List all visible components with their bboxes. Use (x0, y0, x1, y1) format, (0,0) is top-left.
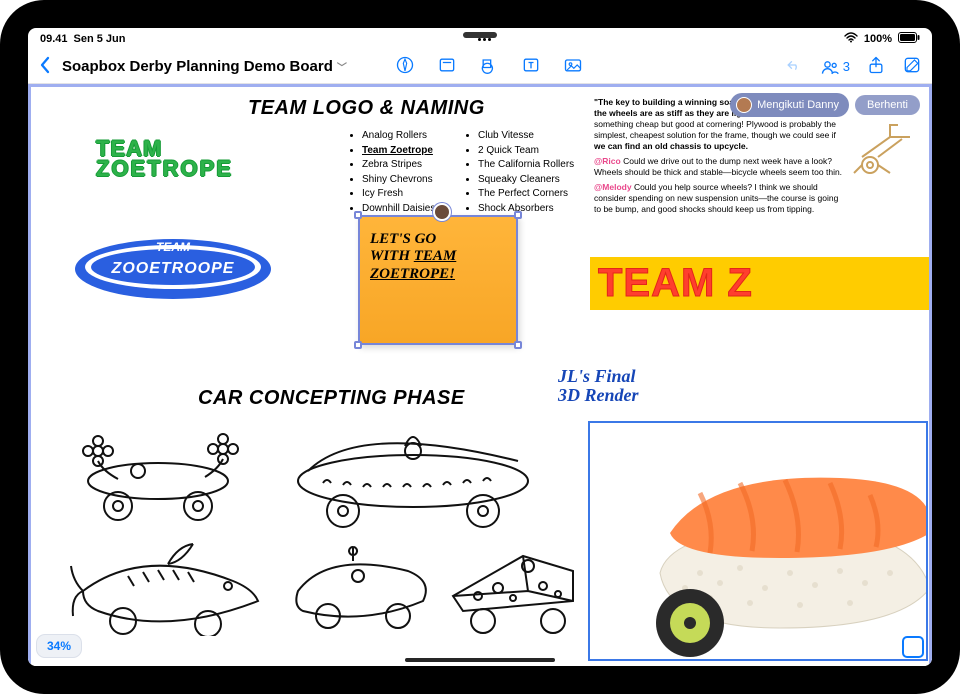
wifi-icon (844, 32, 858, 46)
logo-concept-ring[interactable]: TEAM ZOOETROOPE (68, 229, 278, 309)
svg-text:TEAM: TEAM (156, 240, 191, 254)
note-para: @Rico Could we drive out to the dump nex… (594, 156, 844, 178)
back-button[interactable] (38, 56, 52, 77)
list-item: Club Vitesse (478, 129, 594, 144)
heading-team-logo: TEAM LOGO & NAMING (248, 97, 485, 120)
mention: @Melody (594, 182, 632, 192)
list-item: Squeaky Cleaners (478, 173, 594, 188)
sketch-fish-car (68, 536, 268, 636)
list-item: Zebra Stripes (362, 158, 458, 173)
text-tool-icon[interactable] (521, 55, 541, 78)
undo-icon[interactable] (784, 55, 804, 78)
selection-handle[interactable] (514, 341, 522, 349)
navigator-button[interactable] (902, 636, 924, 658)
list-item: Analog Rollers (362, 129, 458, 144)
media-tool-icon[interactable] (563, 55, 583, 78)
render-caption[interactable]: JL's Final 3D Render (558, 367, 639, 405)
heading-car-concepting: CAR CONCEPTING PHASE (198, 387, 465, 410)
freeform-canvas[interactable]: Mengikuti Danny Berhenti TEAM LOGO & NAM… (28, 84, 932, 666)
list-item: Icy Fresh (362, 187, 458, 202)
render-frame[interactable] (588, 421, 928, 661)
sticky-line: WITH TEAM (370, 248, 506, 265)
note-para: @Melody Could you help source wheels? I … (594, 182, 844, 215)
car-sketches[interactable] (68, 421, 568, 641)
pen-tool-icon[interactable] (395, 55, 415, 78)
logo-concept-green[interactable]: TEAM ZOETROPE (96, 139, 233, 179)
list-item: Team Zoetrope (362, 144, 458, 159)
logo-concept-wordmark[interactable]: TEAM Z (590, 257, 932, 310)
collaborator-cursor-avatar (433, 203, 451, 221)
board-title[interactable]: Soapbox Derby Planning Demo Board ﹀ (62, 58, 347, 75)
sticky-tool-icon[interactable] (437, 55, 457, 78)
sticky-note-selected[interactable]: LET'S GO WITH TEAM ZOETROPE! (358, 215, 518, 345)
list-item: Shiny Chevrons (362, 173, 458, 188)
following-label: Mengikuti Danny (757, 99, 839, 111)
status-date: Sen 5 Jun (74, 33, 126, 45)
svg-text:ZOOETROOPE: ZOOETROOPE (111, 260, 235, 277)
board-title-text: Soapbox Derby Planning Demo Board (62, 58, 333, 75)
list-item: 2 Quick Team (478, 144, 594, 159)
battery-percent: 100% (864, 33, 892, 45)
sketch-bean-car (283, 541, 433, 631)
share-icon[interactable] (866, 55, 886, 78)
home-indicator[interactable] (405, 658, 555, 662)
collaborator-avatar-icon (736, 97, 752, 113)
sketch-wheelbarrow[interactable] (850, 117, 920, 177)
naming-options-list[interactable]: Analog Rollers Team Zoetrope Zebra Strip… (348, 129, 600, 216)
toolbar: Soapbox Derby Planning Demo Board ﹀ (28, 50, 932, 84)
sketch-cheese-car (443, 536, 583, 636)
collab-count: 3 (843, 59, 850, 74)
list-item: The California Rollers (478, 158, 594, 173)
render-caption-l2: 3D Render (558, 386, 639, 405)
following-pill[interactable]: Mengikuti Danny (730, 93, 849, 117)
list-item: Shock Absorbers (478, 202, 594, 217)
sketch-flower-car (68, 421, 248, 521)
sketch-sushi-car (283, 411, 543, 531)
new-board-icon[interactable] (902, 55, 922, 78)
sticky-line: LET'S GO (370, 231, 506, 248)
render-caption-l1: JL's Final (558, 367, 639, 386)
mention: @Rico (594, 156, 621, 166)
logo1-line2: ZOETROPE (96, 159, 233, 179)
stop-following-button[interactable]: Berhenti (855, 95, 920, 115)
zoom-level-button[interactable]: 34% (36, 634, 82, 658)
sticky-line: ZOETROPE! (370, 266, 506, 283)
collaborators-button[interactable]: 3 (820, 57, 850, 77)
battery-icon (898, 32, 920, 46)
shape-tool-icon[interactable] (479, 55, 499, 78)
selection-handle[interactable] (354, 211, 362, 219)
selection-handle[interactable] (354, 341, 362, 349)
naming-col-2: Club Vitesse 2 Quick Team The California… (464, 129, 594, 216)
selection-handle[interactable] (514, 211, 522, 219)
status-time: 09.41 (40, 33, 68, 45)
list-item: The Perfect Corners (478, 187, 594, 202)
chevron-down-icon: ﹀ (337, 59, 347, 74)
